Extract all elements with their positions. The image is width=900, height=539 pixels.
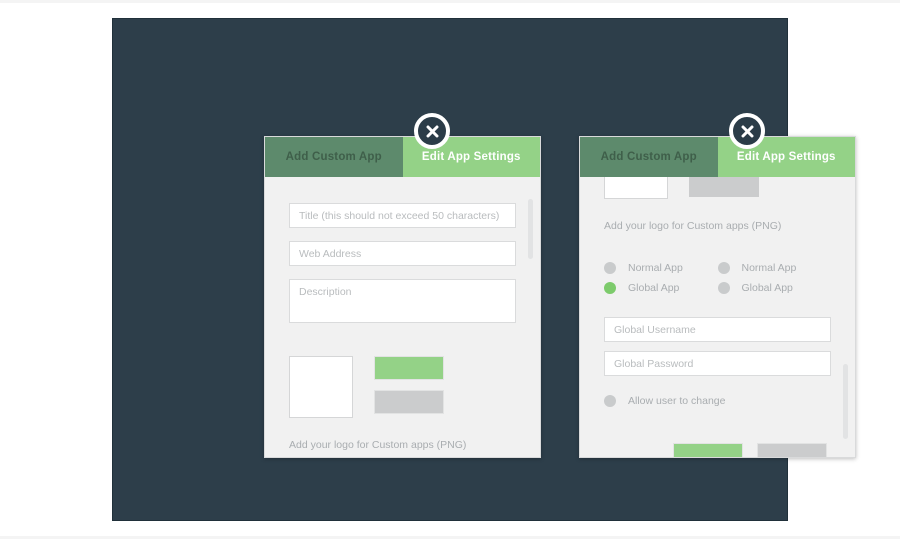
modal-right-body: Add your logo for Custom apps (PNG) Norm… — [580, 177, 855, 457]
radio-indicator-selected-icon — [604, 282, 616, 294]
allow-user-to-change-toggle[interactable]: Allow user to change — [604, 391, 831, 411]
primary-action-button[interactable] — [673, 443, 743, 457]
radio-indicator-icon — [717, 262, 730, 274]
dark-stage-backdrop: Add Custom App Edit App Settings Title (… — [112, 18, 856, 521]
radio-label: Normal App — [741, 262, 797, 274]
logo-helper-text: Add your logo for Custom apps (PNG) — [289, 439, 467, 451]
close-left-modal-button[interactable] — [414, 113, 450, 149]
secondary-action-button[interactable] — [757, 443, 827, 457]
modal-left-body: Title (this should not exceed 50 charact… — [265, 177, 540, 457]
app-scope-radio-grid: Normal App Global App Normal App Global … — [604, 258, 831, 298]
web-address-input[interactable]: Web Address — [289, 241, 516, 266]
app-scope-group-left: Normal App Global App — [604, 258, 718, 298]
description-input[interactable]: Description — [289, 279, 516, 323]
secondary-action-button[interactable] — [374, 390, 444, 414]
radio-option-global-app[interactable]: Global App — [604, 278, 718, 298]
radio-option-normal-app[interactable]: Normal App — [717, 258, 832, 278]
close-x-icon — [425, 124, 440, 139]
page-top-divider — [0, 0, 900, 3]
radio-label: Global App — [628, 282, 680, 294]
modal-left-content: Title (this should not exceed 50 charact… — [265, 177, 540, 457]
tab-add-custom-app[interactable]: Add Custom App — [580, 137, 718, 177]
radio-label: Global App — [741, 282, 793, 294]
radio-indicator-icon — [717, 282, 730, 294]
radio-option-global-app[interactable]: Global App — [717, 278, 832, 298]
app-scope-group-right: Normal App Global App — [717, 258, 832, 298]
add-custom-app-modal: Add Custom App Edit App Settings Title (… — [264, 136, 541, 458]
logo-helper-text: Add your logo for Custom apps (PNG) — [604, 220, 782, 232]
radio-indicator-icon — [604, 262, 616, 274]
right-button-row — [604, 443, 831, 457]
close-x-icon — [740, 124, 755, 139]
logo-dropzone[interactable] — [289, 356, 353, 418]
modal-left-scrollbar-thumb[interactable] — [528, 199, 533, 259]
edit-app-settings-modal: Add Custom App Edit App Settings Add you… — [579, 136, 856, 458]
radio-option-normal-app[interactable]: Normal App — [604, 258, 718, 278]
modal-right-scrollbar-thumb[interactable] — [843, 364, 848, 439]
logo-upload-row — [289, 356, 516, 418]
title-input[interactable]: Title (this should not exceed 50 charact… — [289, 203, 516, 228]
primary-action-button[interactable] — [374, 356, 444, 380]
radio-label: Normal App — [628, 262, 683, 274]
modal-right-content: Add your logo for Custom apps (PNG) Norm… — [580, 177, 855, 457]
close-right-modal-button[interactable] — [729, 113, 765, 149]
radio-indicator-icon — [604, 395, 616, 407]
allow-user-to-change-label: Allow user to change — [628, 395, 726, 407]
screenshot-root: Add Custom App Edit App Settings Title (… — [0, 0, 900, 539]
global-username-input[interactable]: Global Username — [604, 317, 831, 342]
secondary-action-button[interactable] — [689, 177, 759, 197]
left-button-stack — [374, 356, 444, 414]
logo-upload-row-clipped — [604, 177, 831, 199]
tab-add-custom-app[interactable]: Add Custom App — [265, 137, 403, 177]
logo-dropzone[interactable] — [604, 177, 668, 199]
modal-right-tabbar: Add Custom App Edit App Settings — [580, 137, 855, 177]
modal-left-tabbar: Add Custom App Edit App Settings — [265, 137, 540, 177]
global-password-input[interactable]: Global Password — [604, 351, 831, 376]
